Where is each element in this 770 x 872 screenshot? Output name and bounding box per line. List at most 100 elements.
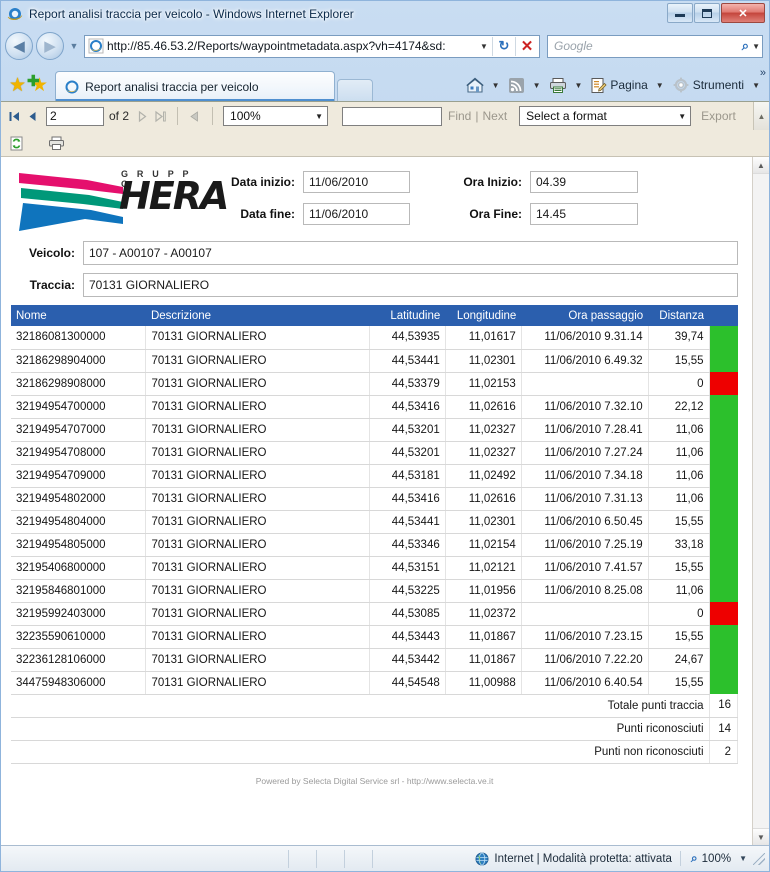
new-tab-button[interactable] <box>337 79 374 101</box>
scrollbar-track[interactable] <box>753 174 769 828</box>
forward-button[interactable]: ▶ <box>36 32 64 60</box>
ora-inizio-value: 04.39 <box>530 171 638 193</box>
waypoint-latitudine: 44,53443 <box>369 625 446 649</box>
waypoint-ora-passaggio <box>521 372 649 396</box>
zoom-chevron-down-icon-status[interactable]: ▼ <box>739 854 747 863</box>
close-button[interactable]: ✕ <box>721 3 765 23</box>
back-button[interactable]: ◀ <box>5 32 33 60</box>
data-fine-row: Data fine: 11/06/2010 <box>207 203 410 225</box>
export-format-select[interactable]: Select a format ▼ <box>519 106 692 126</box>
waypoint-name: 32194954700000 <box>11 395 147 419</box>
waypoint-latitudine: 44,53151 <box>369 556 446 580</box>
waypoint-latitudine: 44,53181 <box>369 464 446 488</box>
refresh-report-icon[interactable] <box>7 134 25 152</box>
zoom-value: 100% <box>230 109 261 123</box>
print-report-icon[interactable] <box>47 134 65 152</box>
previous-page-button[interactable] <box>23 107 41 125</box>
print-chevron-down-icon[interactable]: ▼ <box>572 81 586 90</box>
waypoint-longitudine: 11,02616 <box>445 395 522 419</box>
address-dropdown-chevron-down-icon[interactable]: ▼ <box>476 36 492 57</box>
waypoint-latitudine: 44,53416 <box>369 395 446 419</box>
security-zone[interactable]: Internet | Modalità protetta: attivata <box>475 852 680 866</box>
print-button[interactable] <box>546 75 570 96</box>
maximize-button[interactable] <box>694 3 720 23</box>
home-button[interactable] <box>463 75 487 96</box>
find-input[interactable] <box>342 106 443 126</box>
find-next-label[interactable]: Next <box>482 109 507 123</box>
summary-value: 2 <box>709 740 739 764</box>
find-label[interactable]: Find <box>448 109 471 123</box>
feeds-chevron-down-icon[interactable]: ▼ <box>530 81 544 90</box>
search-icon[interactable]: ⌕ <box>742 38 749 54</box>
scroll-up-icon[interactable]: ▲ <box>753 157 769 174</box>
waypoint-ora-passaggio <box>521 602 649 626</box>
recent-pages-chevron-down-icon[interactable]: ▼ <box>67 32 81 60</box>
waypoint-descrizione: 70131 GIORNALIERO <box>145 556 370 580</box>
export-format-chevron-down-icon[interactable]: ▼ <box>678 112 686 121</box>
waypoint-latitudine: 44,53225 <box>369 579 446 603</box>
traccia-row: Traccia: 70131 GIORNALIERO <box>11 273 738 297</box>
table-row: 32186298904000 70131 GIORNALIERO 44,53441 1… <box>11 349 738 373</box>
waypoint-status-indicator <box>709 326 738 349</box>
report-toolbar-row-2 <box>1 130 769 156</box>
home-chevron-down-icon[interactable]: ▼ <box>489 81 503 90</box>
table-row: 32194954802000 70131 GIORNALIERO 44,53416 1… <box>11 487 738 511</box>
first-page-button[interactable] <box>5 107 23 125</box>
table-row: 32235590610000 70131 GIORNALIERO 44,53443 1… <box>11 625 738 649</box>
tools-menu-button[interactable]: Strumenti <box>669 74 747 96</box>
table-header-row: Nome Descrizione Latitudine Longitudine Ora … <box>11 305 738 326</box>
refresh-icon[interactable]: ↻ <box>493 36 515 57</box>
status-message <box>5 850 255 868</box>
favorites-star-icon[interactable]: ★ <box>9 76 26 95</box>
waypoint-distanza: 15,55 <box>648 625 710 649</box>
add-to-favorites-icon[interactable]: ★ ✚ <box>27 74 48 95</box>
command-bar-overflow-icon[interactable]: » <box>760 67 766 79</box>
next-page-button[interactable] <box>133 107 151 125</box>
internet-zone-globe-icon <box>475 852 489 866</box>
waypoint-status-indicator <box>709 349 738 372</box>
summary-label: Totale punti traccia <box>11 694 710 718</box>
toolbar-separator-2 <box>212 107 214 125</box>
tools-menu-chevron-down-icon[interactable]: ▼ <box>749 81 763 90</box>
summary-row: Punti non riconosciuti 2 <box>11 740 739 764</box>
waypoint-distanza: 22,12 <box>648 395 710 419</box>
status-cell-3 <box>317 849 345 868</box>
address-bar[interactable]: http://85.46.53.2/Reports/waypointmetada… <box>84 34 540 58</box>
feeds-button[interactable] <box>505 75 528 96</box>
resize-grip[interactable] <box>753 852 765 865</box>
column-header-ora-passaggio: Ora passaggio <box>521 305 649 326</box>
back-to-parent-report-button[interactable] <box>186 107 204 125</box>
tab-report-analisi[interactable]: Report analisi traccia per veicolo <box>55 71 336 101</box>
ora-fine-label: Ora Fine: <box>469 207 522 221</box>
waypoint-latitudine: 44,53085 <box>369 602 446 626</box>
zoom-select[interactable]: 100% ▼ <box>223 106 329 126</box>
favorites-group: ★ ★ ✚ <box>5 74 55 101</box>
search-input[interactable]: Google <box>554 39 742 53</box>
waypoint-ora-passaggio: 11/06/2010 7.22.20 <box>521 648 649 672</box>
page-menu-button[interactable]: Pagina <box>587 75 650 96</box>
toolbar-scroll-up-icon[interactable]: ▲ <box>753 102 769 130</box>
waypoint-distanza: 11,06 <box>648 487 710 511</box>
table-row: 32236128106000 70131 GIORNALIERO 44,53442 1… <box>11 648 738 672</box>
waypoint-distanza: 24,67 <box>648 648 710 672</box>
page-menu-chevron-down-icon[interactable]: ▼ <box>653 81 667 90</box>
waypoint-ora-passaggio: 11/06/2010 7.32.10 <box>521 395 649 419</box>
waypoint-name: 32194954708000 <box>11 441 147 465</box>
zoom-control[interactable]: ⌕ 100% ▼ <box>679 851 747 866</box>
current-page-input[interactable]: 2 <box>46 106 104 126</box>
waypoint-descrizione: 70131 GIORNALIERO <box>145 349 370 373</box>
export-button[interactable]: Export <box>701 109 736 123</box>
last-page-button[interactable] <box>151 107 169 125</box>
zoom-chevron-down-icon[interactable]: ▼ <box>315 112 323 121</box>
stop-icon[interactable]: ✕ <box>516 36 538 57</box>
status-cell-4 <box>345 849 373 868</box>
report-scroll-area: G R U P P O HERA Data inizio: 11/06/2010… <box>1 157 769 845</box>
minimize-button[interactable] <box>667 3 693 23</box>
scroll-down-icon[interactable]: ▼ <box>753 828 769 845</box>
search-box[interactable]: Google ⌕ ▼ <box>547 34 763 58</box>
search-dropdown-chevron-down-icon[interactable]: ▼ <box>752 42 760 51</box>
report-header: G R U P P O HERA Data inizio: 11/06/2010… <box>1 157 752 235</box>
waypoint-longitudine: 11,02372 <box>445 602 522 626</box>
report-vertical-scrollbar[interactable]: ▲ ▼ <box>752 157 769 845</box>
waypoint-status-indicator <box>709 372 738 395</box>
